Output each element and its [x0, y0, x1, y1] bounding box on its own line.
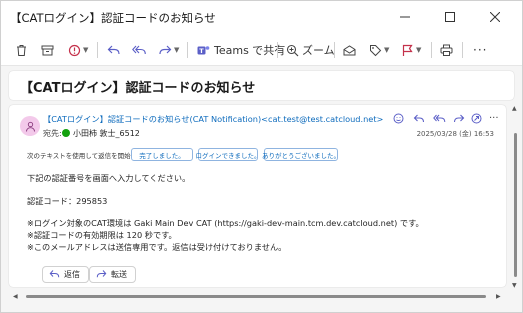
more-icon: ···: [489, 112, 499, 124]
suggested-reply-1[interactable]: 完了しました。: [131, 148, 193, 161]
scroll-up-arrow[interactable]: ▲: [512, 105, 517, 112]
person-icon: [25, 117, 36, 136]
emoji-react-button[interactable]: [393, 110, 404, 126]
suggested-replies-label: 次のテキストを使用して返信を開始する:: [27, 152, 146, 160]
reply-all-toolbar-button[interactable]: [132, 39, 147, 61]
outlook-message-window: 【CATログイン】認証コードのお知らせ ▼ ▼ T Teams で共有 ズーム …: [0, 0, 523, 313]
vertical-scroll-thumb[interactable]: [514, 133, 517, 277]
archive-button[interactable]: [41, 39, 54, 61]
scroll-down-arrow[interactable]: ▼: [512, 282, 517, 289]
command-toolbar: ▼ ▼ T Teams で共有 ズーム ▼ ▼ ···: [1, 34, 522, 66]
minimize-button[interactable]: [388, 1, 421, 34]
zoom-icon: [286, 44, 299, 57]
chevron-down-icon: ▼: [416, 46, 422, 54]
reply-icon: [413, 109, 425, 128]
more-icon: ···: [473, 43, 488, 57]
categorize-button[interactable]: ▼: [369, 39, 389, 61]
forward-icon: [453, 109, 465, 128]
chevron-down-icon: ▼: [384, 46, 390, 54]
message-date: 2025/03/28 (金) 16:53: [416, 130, 494, 138]
scroll-right-arrow[interactable]: ▶: [496, 293, 501, 300]
reply-all-inline-button[interactable]: [433, 110, 446, 126]
forward-icon: [96, 269, 111, 281]
reply-icon: [49, 269, 64, 281]
share-to-teams-button[interactable]: T Teams で共有: [197, 39, 285, 61]
reply-icon: [107, 44, 121, 56]
mark-read-unread-button[interactable]: [343, 39, 356, 61]
subject-header: 【CATログイン】認証コードのお知らせ: [9, 71, 514, 100]
more-options-button[interactable]: ···: [473, 39, 487, 61]
message-card: 【CATログイン】認証コードのお知らせ(CAT Notification)<ca…: [9, 105, 506, 287]
zoom-button[interactable]: ズーム: [286, 39, 335, 61]
report-button[interactable]: ▼: [68, 39, 88, 61]
flag-icon: [401, 44, 414, 57]
close-button[interactable]: [478, 1, 511, 34]
reply-inline-button[interactable]: [413, 110, 425, 126]
tag-icon: [369, 44, 382, 57]
reply-all-icon: [132, 44, 147, 56]
window-title: 【CATログイン】認証コードのお知らせ: [10, 11, 216, 25]
minimize-icon: [399, 11, 410, 25]
teams-icon: T: [197, 44, 210, 57]
maximize-button[interactable]: [433, 1, 466, 34]
body-line-2: 認証コード：295853: [27, 196, 108, 206]
close-icon: [489, 11, 500, 25]
body-line-5: ※このメールアドレスは送信専用です。返信は受け付けておりません。: [27, 242, 287, 252]
body-line-3: ※ログイン対象のCAT環境は Gaki Main Dev CAT (https:…: [27, 218, 424, 228]
forward-toolbar-button[interactable]: ▼: [158, 39, 179, 61]
forward-icon: [158, 44, 172, 56]
body-line-4: ※認証コードの有効期限は 120 秒です。: [27, 230, 177, 240]
zoom-label: ズーム: [302, 44, 335, 57]
forward-inline-button[interactable]: [453, 110, 465, 126]
trash-icon: [15, 44, 28, 57]
avatar[interactable]: [20, 116, 40, 136]
horizontal-scroll-thumb[interactable]: [26, 295, 486, 298]
scroll-left-arrow[interactable]: ◀: [13, 293, 18, 300]
reply-all-icon: [433, 109, 446, 128]
recipient-name[interactable]: 小田柿 敦士_6512: [73, 128, 140, 139]
flag-button[interactable]: ▼: [401, 39, 421, 61]
more-actions-button[interactable]: ···: [489, 110, 499, 126]
body-line-1: 下記の認証番号を画面へ入力してください。: [27, 173, 191, 183]
print-icon: [440, 44, 453, 57]
suggested-reply-2[interactable]: ログインできました。: [196, 148, 261, 161]
archive-icon: [41, 44, 54, 57]
report-icon: [68, 44, 81, 57]
print-button[interactable]: [440, 39, 453, 61]
message-subject: 【CATログイン】認証コードのお知らせ: [20, 81, 256, 96]
delete-button[interactable]: [15, 39, 28, 61]
forward-button[interactable]: 転送: [89, 266, 136, 283]
chevron-down-icon: ▼: [83, 46, 89, 54]
chevron-down-icon: ▼: [174, 46, 180, 54]
svg-text:T: T: [199, 47, 204, 55]
presence-indicator: [62, 129, 70, 137]
teams-share-label: Teams で共有: [214, 44, 286, 57]
title-bar: 【CATログイン】認証コードのお知らせ: [1, 1, 522, 34]
reply-button[interactable]: 返信: [42, 266, 89, 283]
maximize-icon: [444, 11, 455, 25]
to-label: 宛先:: [43, 129, 62, 138]
reply-toolbar-button[interactable]: [107, 39, 121, 61]
forward-label: 転送: [111, 270, 127, 279]
copilot-button[interactable]: [471, 110, 482, 126]
copilot-icon: [471, 109, 482, 128]
sender[interactable]: 【CATログイン】認証コードのお知らせ(CAT Notification)<ca…: [43, 113, 383, 125]
suggested-reply-3[interactable]: ありがとうございました。: [262, 148, 340, 161]
reply-label: 返信: [64, 270, 80, 279]
smiley-icon: [393, 109, 404, 128]
read-unread-icon: [343, 44, 356, 57]
